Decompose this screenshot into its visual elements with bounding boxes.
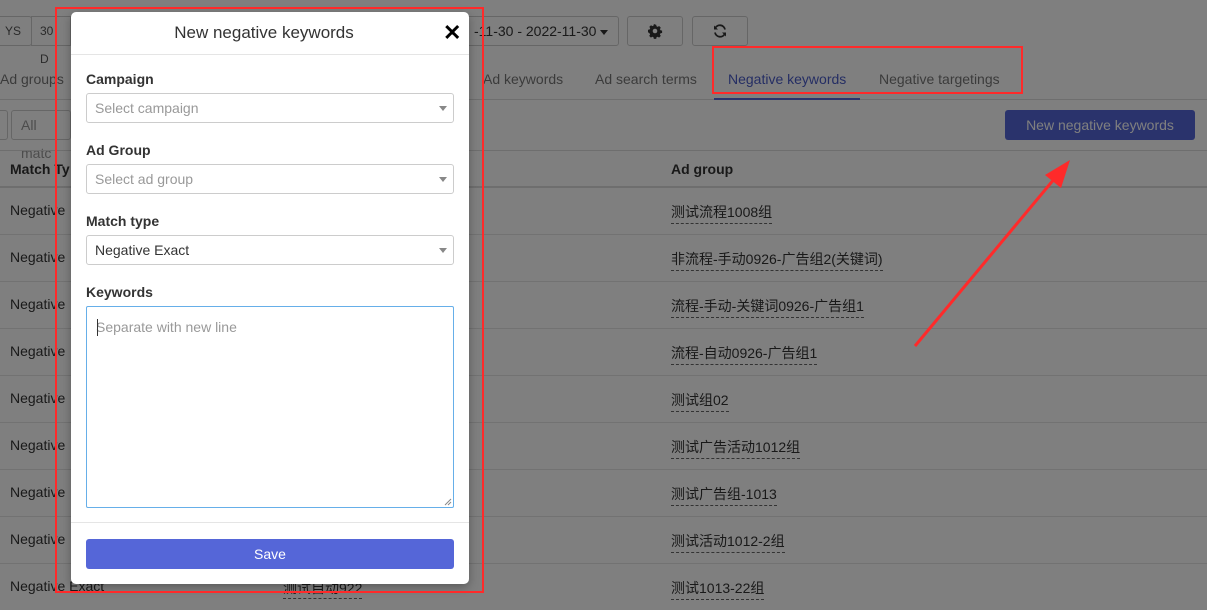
annotation-arrow-shaft	[913, 171, 1062, 347]
annotation-arrow	[913, 160, 1070, 347]
